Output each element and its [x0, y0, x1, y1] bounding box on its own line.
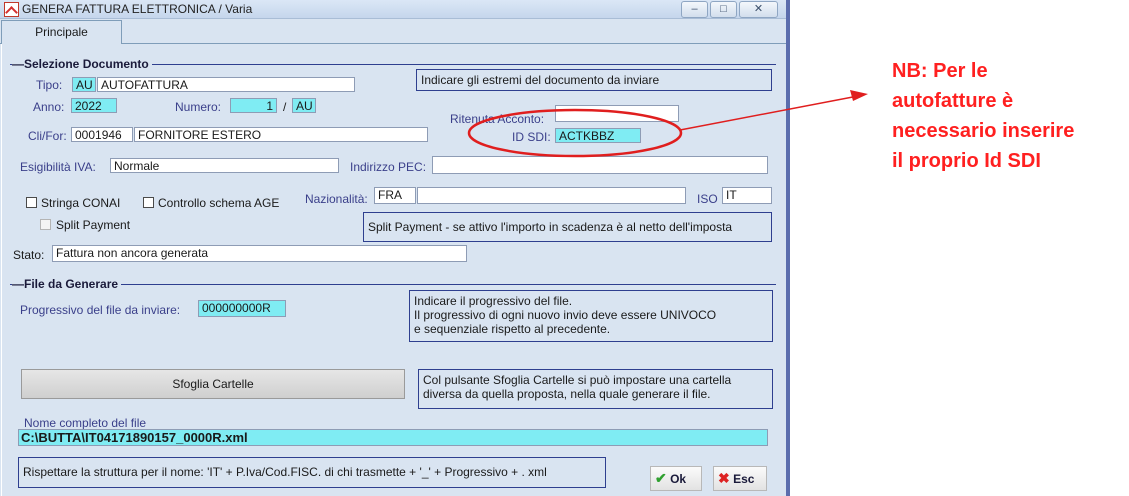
arrow-head: [850, 90, 868, 101]
section-heading: —File da Generare: [12, 277, 122, 291]
checkmark-icon: ✔: [655, 470, 667, 486]
note-nome: Rispettare la struttura per il nome: 'IT…: [18, 457, 606, 488]
numero-field[interactable]: 1: [230, 98, 277, 113]
tipo-desc-field[interactable]: AUTOFATTURA: [97, 77, 355, 92]
nazionalita-desc-field[interactable]: [417, 187, 686, 204]
window-title: GENERA FATTURA ELETTRONICA / Varia: [22, 2, 253, 16]
ok-button[interactable]: ✔ Ok: [650, 466, 702, 491]
ritenuta-field[interactable]: [555, 105, 679, 122]
selezione-heading: Selezione Documento: [24, 57, 149, 71]
note-sfoglia: Col pulsante Sfoglia Cartelle si può imp…: [418, 369, 773, 409]
note-estremi: Indicare gli estremi del documento da in…: [416, 69, 772, 91]
stringa-conai-checkbox[interactable]: [26, 197, 37, 208]
note-progressivo-line: Indicare il progressivo del file.: [414, 294, 573, 308]
section-heading: —Selezione Documento: [12, 57, 152, 71]
close-button[interactable]: ✕: [739, 1, 778, 18]
dialog-window: GENERA FATTURA ELETTRONICA / Varia – □ ✕…: [0, 0, 786, 496]
note-split: Split Payment - se attivo l'importo in s…: [363, 212, 772, 242]
idsdi-field[interactable]: ACTKBBZ: [555, 128, 641, 143]
section-divider: [10, 284, 776, 285]
iso-field[interactable]: IT: [722, 187, 772, 204]
window-edge: [786, 0, 790, 496]
numero-label: Numero:: [175, 100, 222, 114]
pec-field[interactable]: [432, 156, 768, 174]
file-heading: File da Generare: [24, 277, 119, 291]
clifor-name-field[interactable]: FORNITORE ESTERO: [134, 127, 428, 142]
pec-label: Indirizzo PEC:: [350, 160, 427, 174]
idsdi-label: ID SDI:: [512, 130, 551, 144]
note-sfoglia-line: Col pulsante Sfoglia Cartelle si può imp…: [423, 373, 732, 387]
tipo-code-field[interactable]: AU: [72, 77, 96, 92]
sfoglia-cartelle-button[interactable]: Sfoglia Cartelle: [21, 369, 405, 399]
progressivo-field[interactable]: 000000000R: [198, 300, 286, 317]
esigibilita-label: Esigibilità IVA:: [20, 160, 96, 174]
esc-button[interactable]: ✖ Esc: [713, 466, 767, 491]
title-bar: GENERA FATTURA ELETTRONICA / Varia – □ ✕: [0, 0, 786, 19]
annotation-line: autofatture è: [892, 90, 1014, 112]
clifor-code-field[interactable]: 0001946: [71, 127, 133, 142]
nazionalita-code-field[interactable]: FRA: [374, 187, 416, 204]
ritenuta-label: Ritenuta Acconto:: [450, 112, 545, 126]
iso-label: ISO: [697, 192, 718, 206]
stato-field: Fattura non ancora generata: [52, 245, 467, 262]
nazionalita-label: Nazionalità:: [305, 192, 368, 206]
annotation-line: il proprio Id SDI: [892, 150, 1041, 172]
split-payment-checkbox[interactable]: [40, 219, 51, 230]
annotation-line: NB: Per le: [892, 60, 988, 82]
progressivo-label: Progressivo del file da inviare:: [20, 303, 181, 317]
stringa-conai-label: Stringa CONAI: [41, 196, 121, 210]
split-payment-label: Split Payment: [56, 218, 131, 232]
nome-file-field[interactable]: C:\BUTTA\IT04171890157_0000R.xml: [18, 429, 768, 446]
controllo-schema-checkbox[interactable]: [143, 197, 154, 208]
maximize-button[interactable]: □: [710, 1, 737, 18]
cancel-icon: ✖: [718, 470, 730, 486]
ok-label: Ok: [670, 472, 687, 486]
anno-field[interactable]: 2022: [71, 98, 117, 113]
controllo-schema-label: Controllo schema AGE: [158, 196, 280, 210]
tab-principale[interactable]: Principale: [1, 20, 122, 44]
stato-label: Stato:: [13, 248, 45, 262]
note-progressivo: Indicare il progressivo del file. Il pro…: [409, 290, 773, 342]
note-sfoglia-line: diversa da quella proposta, nella quale …: [423, 387, 711, 401]
annotation-note: NB: Per le autofatture è necessario inse…: [892, 56, 1129, 176]
app-icon: [4, 2, 19, 17]
note-progressivo-line: e sequenziale rispetto al precedente.: [414, 322, 611, 336]
nome-file-label: Nome completo del file: [24, 416, 147, 430]
esigibilita-field[interactable]: Normale: [110, 158, 339, 173]
anno-label: Anno:: [33, 100, 65, 114]
esc-label: Esc: [733, 472, 755, 486]
tipo-label: Tipo:: [36, 78, 63, 92]
minimize-button[interactable]: –: [681, 1, 708, 18]
note-progressivo-line: Il progressivo di ogni nuovo invio deve …: [414, 308, 717, 322]
clifor-label: Cli/For:: [28, 129, 67, 143]
numero-suffix-field[interactable]: AU: [292, 98, 316, 113]
annotation-line: necessario inserire: [892, 120, 1075, 142]
numero-separator: /: [283, 100, 287, 114]
